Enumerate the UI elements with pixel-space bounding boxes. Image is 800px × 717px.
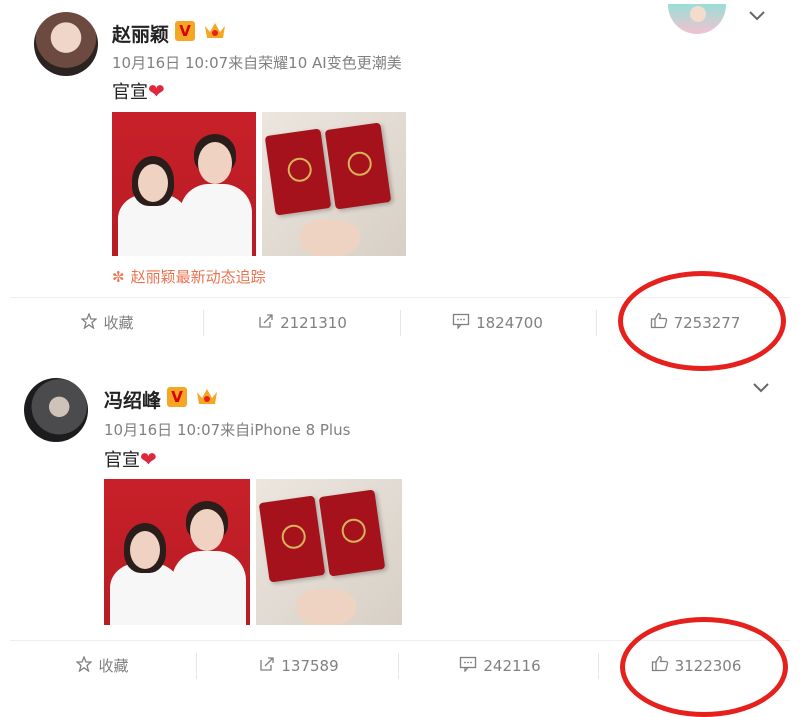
verified-badge-icon: V (175, 21, 195, 41)
highlight-circle (618, 271, 786, 371)
chevron-down-icon[interactable] (748, 6, 766, 27)
post-text: 官宣 (112, 82, 148, 103)
repost-count: 2121310 (280, 314, 347, 332)
comment-icon (459, 642, 477, 692)
comment-button[interactable]: 242116 (402, 641, 598, 691)
heart-icon: ❤ (140, 447, 157, 471)
repost-button[interactable]: 137589 (200, 641, 398, 691)
post-image-certificates[interactable] (262, 112, 406, 256)
comment-button[interactable]: 1824700 (400, 298, 595, 348)
tracking-link-text: 赵丽颖最新动态追踪 (130, 268, 266, 286)
verified-badge-icon: V (167, 387, 187, 407)
author-name[interactable]: 冯绍峰 (104, 386, 161, 413)
star-icon (80, 299, 99, 349)
author-name[interactable]: 赵丽颖 (112, 20, 169, 47)
post-content: 官宣❤ (112, 78, 165, 104)
author-avatar[interactable] (24, 378, 88, 442)
heart-icon: ❤ (148, 79, 165, 103)
post-text: 官宣 (104, 450, 140, 471)
flower-icon: ✼ (112, 268, 125, 286)
post-image-couple[interactable] (112, 112, 256, 256)
author-avatar[interactable] (34, 12, 98, 76)
chevron-down-icon[interactable] (752, 378, 770, 399)
repost-icon (258, 299, 274, 349)
favorite-label: 收藏 (103, 314, 134, 332)
post-content: 官宣❤ (104, 446, 157, 472)
comment-icon (452, 299, 470, 349)
comment-count: 242116 (483, 657, 541, 675)
tracking-link[interactable]: ✼ 赵丽颖最新动态追踪 (112, 266, 266, 287)
post-meta: 10月16日 10:07来自荣耀10 AI变色更潮美 (112, 54, 402, 72)
member-crown-icon (197, 389, 217, 404)
decoration-avatar (668, 4, 726, 34)
post-image-couple[interactable] (104, 479, 250, 625)
star-icon (75, 642, 94, 692)
post-image-certificates[interactable] (256, 479, 402, 625)
comment-count: 1824700 (476, 314, 543, 332)
highlight-circle (620, 617, 788, 717)
favorite-button[interactable]: 收藏 (10, 641, 195, 691)
favorite-button[interactable]: 收藏 (10, 298, 205, 348)
repost-count: 137589 (281, 657, 339, 675)
member-crown-icon (205, 23, 225, 38)
favorite-label: 收藏 (98, 657, 129, 675)
repost-icon (259, 642, 275, 692)
repost-button[interactable]: 2121310 (205, 298, 400, 348)
post-meta: 10月16日 10:07来自iPhone 8 Plus (104, 421, 351, 439)
